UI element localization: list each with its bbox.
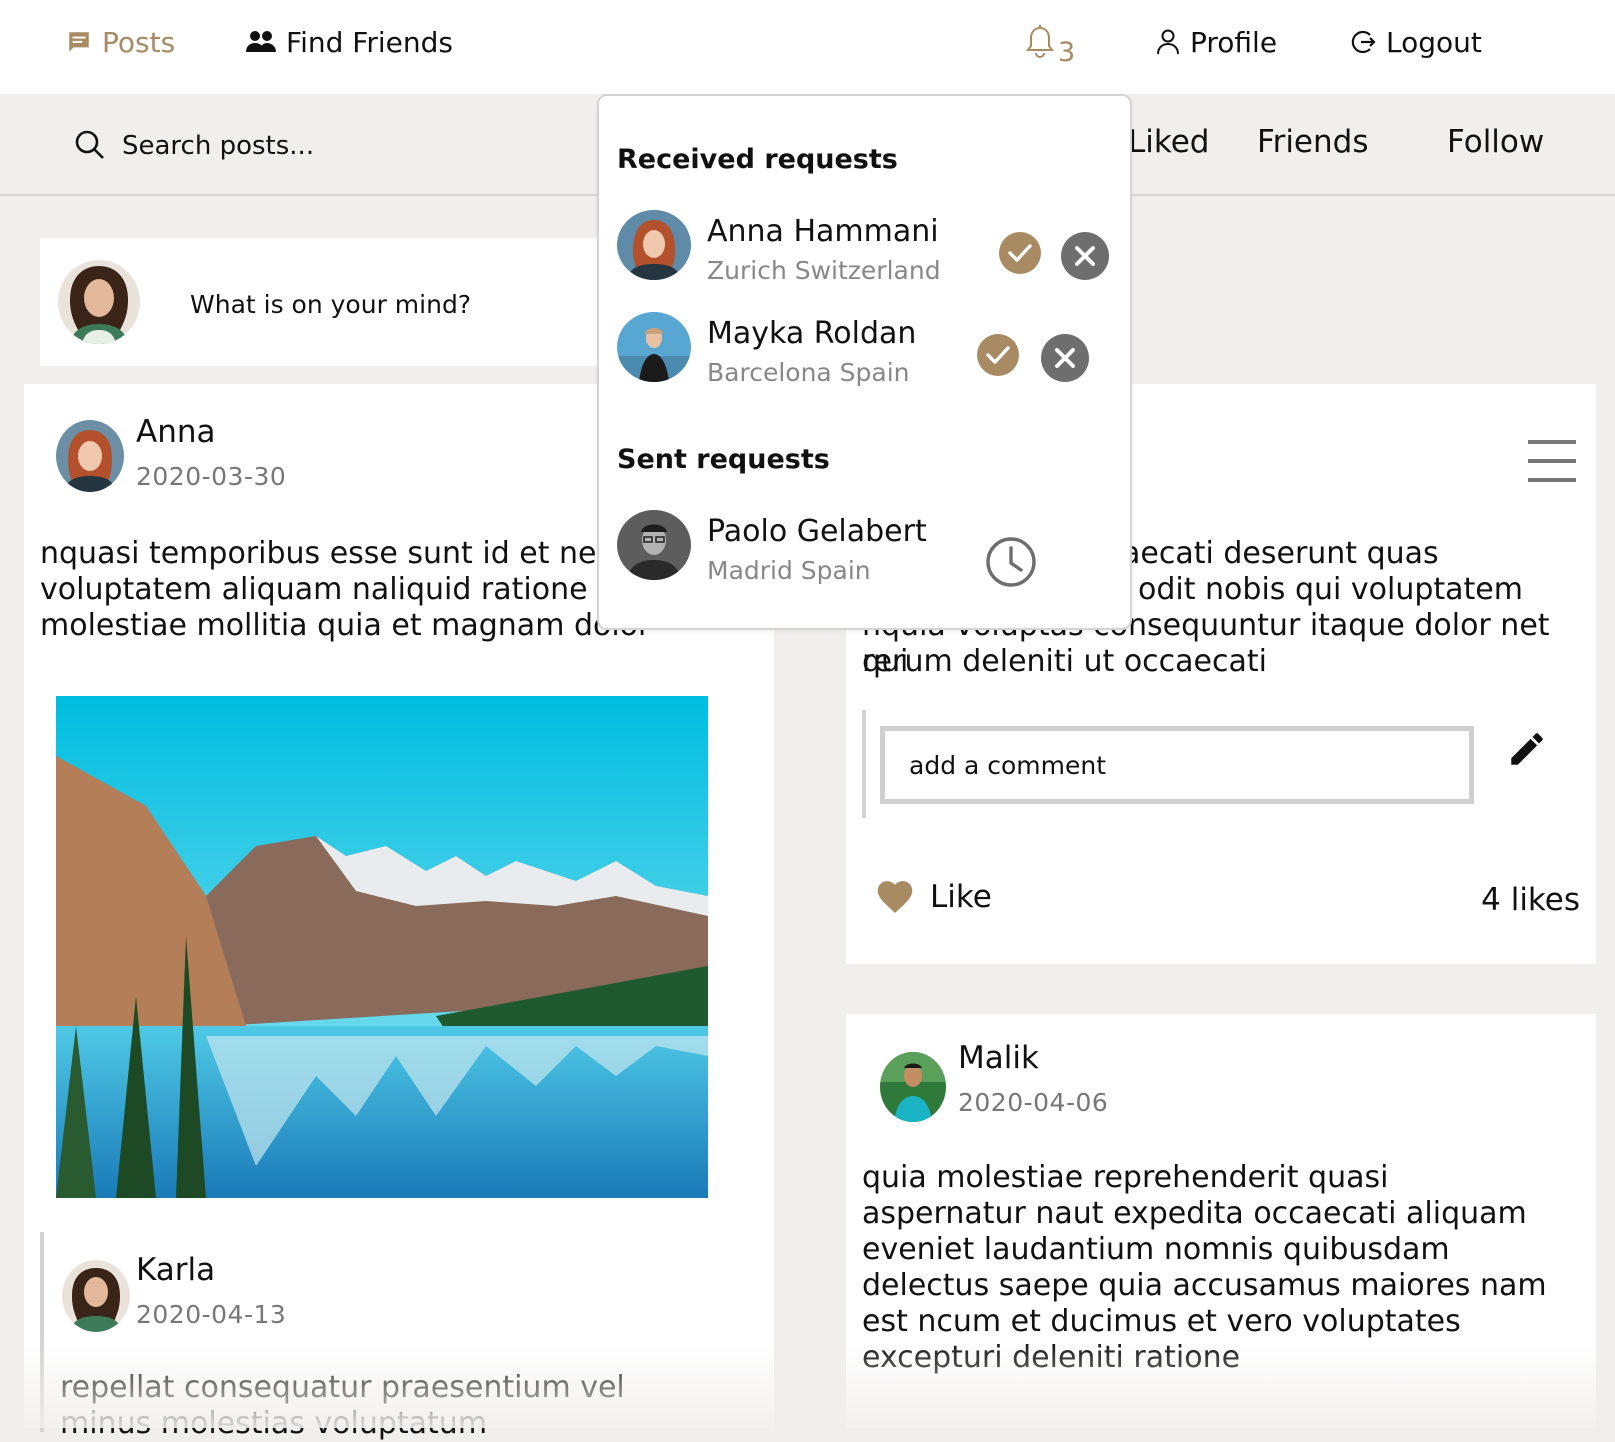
post-text-line: odit nobis qui voluptatem	[1138, 572, 1523, 607]
avatar	[880, 1052, 946, 1122]
nav-find-friends-link[interactable]: Find Friends	[246, 22, 453, 62]
decline-request-button[interactable]	[1061, 232, 1109, 284]
like-label: Like	[930, 879, 992, 915]
recipient-location: Madrid Spain	[707, 556, 871, 585]
avatar	[62, 1260, 130, 1332]
comment-divider	[862, 710, 866, 818]
accept-request-button[interactable]	[977, 334, 1019, 380]
like-button[interactable]: Like	[874, 876, 992, 918]
pencil-icon[interactable]	[1506, 728, 1548, 774]
avatar[interactable]	[617, 210, 691, 280]
nav-find-friends-label: Find Friends	[286, 25, 453, 59]
tab-follow[interactable]: Follow	[1447, 124, 1544, 160]
avatar[interactable]	[617, 510, 691, 580]
decline-request-button[interactable]	[1041, 334, 1089, 386]
comment: Karla 2020-04-13 repellat consequatur pr…	[40, 1232, 740, 1441]
post-menu-icon[interactable]	[1528, 440, 1576, 484]
post-author[interactable]: Malik	[958, 1040, 1039, 1076]
post-text: quia molestiae reprehenderit quasi asper…	[862, 1160, 1547, 1375]
comment-text: repellat consequatur praesentium vel min…	[60, 1370, 625, 1441]
tab-friends[interactable]: Friends	[1257, 124, 1368, 160]
nav-posts-link[interactable]: Posts	[66, 22, 175, 62]
nav-profile-link[interactable]: Profile	[1156, 22, 1277, 62]
composer-prompt: What is on your mind?	[190, 290, 472, 319]
requester-name[interactable]: Mayka Roldan	[707, 316, 916, 351]
sent-request-item: Paolo Gelabert Madrid Spain	[617, 510, 1117, 587]
requester-location: Zurich Switzerland	[707, 256, 941, 285]
requester-location: Barcelona Spain	[707, 358, 910, 387]
notifications-button[interactable]: 3	[1026, 22, 1075, 68]
post-image	[56, 696, 708, 1198]
avatar	[56, 420, 124, 492]
nav-profile-label: Profile	[1190, 25, 1278, 59]
received-request-item: Anna Hammani Zurich Switzerland	[617, 210, 1117, 286]
search-input[interactable]	[122, 124, 562, 168]
post-text-line: aecati deserunt quas	[1122, 536, 1439, 571]
sent-requests-heading: Sent requests	[617, 444, 830, 475]
user-icon	[1156, 29, 1180, 55]
logout-icon	[1350, 29, 1376, 55]
recipient-name[interactable]: Paolo Gelabert	[707, 514, 927, 549]
tab-liked[interactable]: Liked	[1128, 124, 1209, 160]
likes-count: 4 likes	[1481, 882, 1580, 918]
avatar	[58, 260, 140, 344]
post-composer[interactable]: What is on your mind?	[40, 238, 640, 366]
notification-count: 3	[1058, 36, 1076, 68]
received-requests-heading: Received requests	[617, 144, 898, 175]
friend-requests-dropdown: Received requests Anna Hammani Zurich Sw…	[597, 94, 1132, 630]
users-icon	[246, 30, 276, 54]
posts-icon	[66, 29, 92, 55]
post-date: 2020-03-30	[136, 462, 287, 491]
comment-date: 2020-04-13	[136, 1300, 287, 1329]
accept-request-button[interactable]	[999, 232, 1041, 278]
comment-input[interactable]	[880, 726, 1474, 804]
received-request-item: Mayka Roldan Barcelona Spain	[617, 312, 1117, 388]
post-author[interactable]: Anna	[136, 414, 216, 450]
post-date: 2020-04-06	[958, 1088, 1109, 1117]
heart-icon	[874, 876, 916, 918]
comment-author[interactable]: Karla	[136, 1252, 215, 1288]
pending-clock-icon	[985, 536, 1037, 592]
post-card: Malik 2020-04-06 quia molestiae reprehen…	[846, 1014, 1596, 1428]
avatar[interactable]	[617, 312, 691, 382]
bell-icon	[1026, 25, 1054, 59]
top-navbar: Posts Find Friends 3 Profile Logout	[0, 0, 1615, 94]
nav-posts-label: Posts	[102, 25, 176, 59]
nav-logout-link[interactable]: Logout	[1350, 22, 1482, 62]
requester-name[interactable]: Anna Hammani	[707, 214, 939, 249]
nav-logout-label: Logout	[1386, 25, 1482, 59]
post-text-line: rerum deleniti ut occaecati	[862, 644, 1267, 679]
search-icon[interactable]	[74, 129, 106, 165]
